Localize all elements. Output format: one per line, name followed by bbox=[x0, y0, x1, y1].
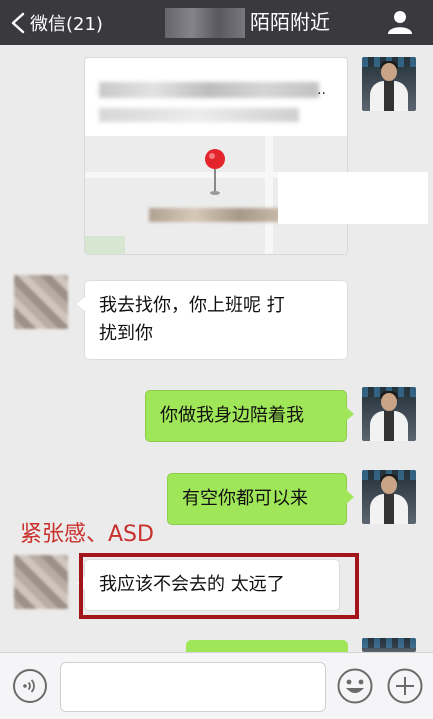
person-icon[interactable] bbox=[387, 9, 413, 35]
map-pin-icon bbox=[205, 149, 225, 195]
emoji-icon[interactable] bbox=[336, 667, 374, 705]
map-road bbox=[265, 136, 273, 254]
message-input[interactable] bbox=[60, 662, 326, 712]
location-message-card[interactable]: .. bbox=[84, 57, 348, 255]
blurred-map-label bbox=[149, 208, 285, 222]
back-button[interactable]: 微信(21) bbox=[10, 0, 103, 45]
my-avatar[interactable] bbox=[362, 387, 416, 441]
contact-avatar[interactable] bbox=[14, 555, 68, 609]
blurred-contact-name bbox=[165, 8, 245, 38]
my-avatar[interactable] bbox=[362, 470, 416, 524]
my-avatar[interactable] bbox=[362, 57, 416, 111]
map-park bbox=[85, 236, 125, 254]
highlight-box bbox=[79, 553, 359, 619]
plus-icon[interactable] bbox=[386, 667, 424, 705]
blurred-location-address bbox=[99, 108, 299, 122]
back-label: 微信(21) bbox=[30, 13, 103, 35]
blurred-location-name bbox=[99, 82, 319, 98]
voice-icon bbox=[23, 679, 35, 693]
contact-avatar[interactable] bbox=[14, 275, 68, 329]
chat-header: 微信(21) 陌陌附近 bbox=[0, 0, 433, 45]
input-bar bbox=[0, 652, 433, 719]
message-bubble-sent[interactable]: 你做我身边陪着我 bbox=[145, 390, 354, 442]
message-bubble-received[interactable]: 我去找你，你上班呢 打 扰到你 bbox=[77, 280, 348, 360]
annotation-label: 紧张感、ASD bbox=[20, 522, 154, 547]
chevron-left-icon bbox=[11, 12, 25, 33]
message-bubble-sent[interactable]: 有空你都可以来 bbox=[167, 473, 354, 525]
my-avatar[interactable] bbox=[362, 638, 416, 652]
voice-button[interactable] bbox=[13, 669, 47, 703]
chat-title: 陌陌附近 bbox=[250, 10, 330, 34]
location-name-ellipsis: .. bbox=[317, 82, 326, 98]
redaction-patch bbox=[278, 172, 428, 224]
